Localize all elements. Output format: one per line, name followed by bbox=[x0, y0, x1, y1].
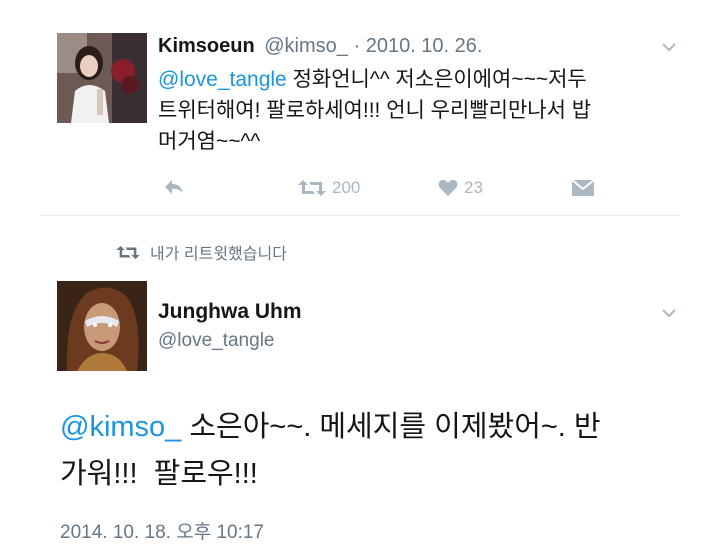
header-separator: · bbox=[353, 35, 361, 57]
tweet-text-line: @kimso_ 소은아~~. 메세지를 이제봤어~. 반 bbox=[60, 404, 700, 451]
tweet-text-line: 트위터해여! 팔로하세여!!! 언니 우리빨리만나서 밥 bbox=[158, 99, 592, 122]
mention-link[interactable]: @kimso_ bbox=[60, 411, 181, 443]
tweet-text: @kimso_ 소은아~~. 메세지를 이제봤어~. 반 가워!!! 팔로우!!… bbox=[60, 404, 700, 498]
retweet-icon bbox=[116, 245, 140, 259]
tweet-text-line: @love_tangle 정화언니^^ 저소은이에여~~~저두 bbox=[158, 64, 678, 95]
retweet-count: 200 bbox=[332, 178, 361, 197]
tweet-header: Kimsoeun @kimso_ · 2010. 10. 26. bbox=[158, 35, 482, 58]
retweet-button[interactable]: 200 bbox=[298, 178, 360, 198]
like-count: 23 bbox=[464, 178, 483, 197]
retweet-icon bbox=[298, 180, 326, 196]
retweet-notice-text: 내가 리트윗했습니다 bbox=[150, 246, 287, 263]
tweet-text-line: 머거염~~^^ bbox=[158, 130, 261, 153]
tweet-timestamp[interactable]: 2014. 10. 18. 오후 10:17 bbox=[60, 517, 264, 544]
heart-icon bbox=[438, 179, 458, 196]
envelope-icon bbox=[571, 179, 595, 196]
tweet-text-segment: 소은아~~. 메세지를 이제봤어~. 반 bbox=[181, 411, 601, 443]
chevron-down-icon[interactable] bbox=[661, 42, 677, 52]
like-button[interactable]: 23 bbox=[438, 178, 483, 198]
retweet-notice: 내가 리트윗했습니다 bbox=[116, 240, 287, 264]
reply-icon bbox=[165, 180, 183, 194]
avatar-junghwa[interactable] bbox=[57, 281, 147, 371]
tweet-date[interactable]: 2010. 10. 26. bbox=[366, 35, 483, 57]
mention-link[interactable]: @love_tangle bbox=[158, 68, 287, 91]
username[interactable]: @kimso_ bbox=[264, 35, 348, 57]
username[interactable]: @love_tangle bbox=[158, 330, 274, 352]
reply-button[interactable] bbox=[163, 178, 185, 196]
display-name[interactable]: Junghwa Uhm bbox=[158, 300, 302, 324]
display-name[interactable]: Kimsoeun bbox=[158, 35, 255, 57]
chevron-down-icon[interactable] bbox=[661, 308, 677, 318]
direct-message-button[interactable] bbox=[571, 179, 595, 197]
tweet-text-segment: 정화언니^^ 저소은이에여~~~저두 bbox=[286, 68, 587, 91]
avatar-kimsoeun[interactable] bbox=[57, 33, 147, 123]
tweet-divider bbox=[40, 215, 680, 216]
tweet-text-line: 가워!!! 팔로우!!! bbox=[60, 458, 258, 490]
tweet-text: @love_tangle 정화언니^^ 저소은이에여~~~저두 트위터해여! 팔… bbox=[158, 64, 678, 157]
